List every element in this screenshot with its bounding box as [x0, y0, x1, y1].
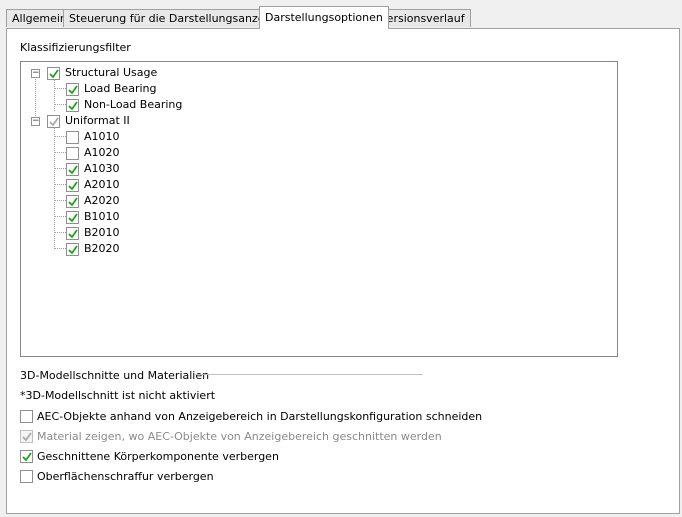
- tree-node-a1020[interactable]: A1020: [21, 145, 611, 161]
- checkbox-material-zeigen: [20, 430, 33, 443]
- tree-node-non-load-bearing[interactable]: Non-Load Bearing: [21, 97, 611, 113]
- option-label: Oberflächenschraffur verbergen: [37, 470, 214, 483]
- option-oberflaechenschraffur-verbergen[interactable]: Oberflächenschraffur verbergen: [20, 469, 440, 485]
- classification-tree[interactable]: − Structural Usage Load Bearing Non-Load…: [20, 61, 618, 357]
- checkbox-a2010[interactable]: [66, 179, 79, 192]
- tree-node-load-bearing[interactable]: Load Bearing: [21, 81, 611, 97]
- tree-node-label: B1010: [84, 210, 120, 223]
- checkbox-b2010[interactable]: [66, 227, 79, 240]
- tree-node-structural-usage[interactable]: − Structural Usage: [21, 65, 611, 81]
- tab-panel: Klassifizierungsfilter − Structural Usag…: [6, 28, 680, 514]
- option-material-zeigen: Material zeigen, wo AEC-Objekte von Anze…: [20, 429, 442, 445]
- tree-node-a1030[interactable]: A1030: [21, 161, 611, 177]
- checkbox-a1020[interactable]: [66, 147, 79, 160]
- tree-node-a1010[interactable]: A1010: [21, 129, 611, 145]
- checkbox-aec-objekte-schneiden[interactable]: [20, 410, 33, 423]
- section-note: *3D-Modellschnitt ist nicht aktiviert: [20, 389, 216, 402]
- checkbox-non-load-bearing[interactable]: [66, 99, 79, 112]
- checkbox-b2020[interactable]: [66, 243, 79, 256]
- tab-steuerung-darstellungsanzeige[interactable]: Steuerung für die Darstellungsanzeige: [63, 9, 288, 27]
- option-aec-objekte-schneiden[interactable]: AEC-Objekte anhand von Anzeigebereich in…: [20, 409, 482, 425]
- tree-node-a2020[interactable]: A2020: [21, 193, 611, 209]
- filter-label: Klassifizierungsfilter: [20, 41, 131, 54]
- tree-node-b2010[interactable]: B2010: [21, 225, 611, 241]
- checkbox-uniformat-ii[interactable]: [47, 115, 60, 128]
- tree-node-a2010[interactable]: A2010: [21, 177, 611, 193]
- tree-node-label: Structural Usage: [65, 66, 158, 79]
- tree-node-label: Uniformat II: [65, 114, 130, 127]
- checkbox-a1010[interactable]: [66, 131, 79, 144]
- tree-node-label: A2020: [84, 194, 120, 207]
- tree-node-label: Load Bearing: [84, 82, 157, 95]
- tab-darstellungsoptionen[interactable]: Darstellungsoptionen: [259, 6, 389, 29]
- option-label: AEC-Objekte anhand von Anzeigebereich in…: [37, 410, 483, 423]
- tree-node-uniformat-ii[interactable]: − Uniformat II: [21, 113, 611, 129]
- checkbox-structural-usage[interactable]: [47, 67, 60, 80]
- section-divider: [195, 374, 423, 375]
- checkbox-a2020[interactable]: [66, 195, 79, 208]
- tree-node-label: A2010: [84, 178, 120, 191]
- tree-node-b1010[interactable]: B1010: [21, 209, 611, 225]
- option-label: Material zeigen, wo AEC-Objekte von Anze…: [37, 430, 442, 443]
- collapse-icon[interactable]: −: [31, 69, 40, 78]
- checkbox-load-bearing[interactable]: [66, 83, 79, 96]
- checkbox-a1030[interactable]: [66, 163, 79, 176]
- collapse-icon[interactable]: −: [31, 117, 40, 126]
- section-title: 3D-Modellschnitte und Materialien: [20, 369, 210, 382]
- tree-node-label: A1030: [84, 162, 120, 175]
- option-koerperkomponente-verbergen[interactable]: Geschnittene Körperkomponente verbergen: [20, 449, 440, 465]
- tab-bar: Allgemein Steuerung für die Darstellungs…: [6, 6, 682, 29]
- tree-node-label: B2020: [84, 242, 120, 255]
- tree-node-label: B2010: [84, 226, 120, 239]
- tree-node-label: A1010: [84, 130, 120, 143]
- tree-node-label: Non-Load Bearing: [84, 98, 183, 111]
- tree-node-b2020[interactable]: B2020: [21, 241, 611, 257]
- checkbox-oberflaechenschraffur-verbergen[interactable]: [20, 470, 33, 483]
- tree-node-label: A1020: [84, 146, 120, 159]
- checkbox-koerperkomponente-verbergen[interactable]: [20, 450, 33, 463]
- checkbox-b1010[interactable]: [66, 211, 79, 224]
- option-label: Geschnittene Körperkomponente verbergen: [37, 450, 279, 463]
